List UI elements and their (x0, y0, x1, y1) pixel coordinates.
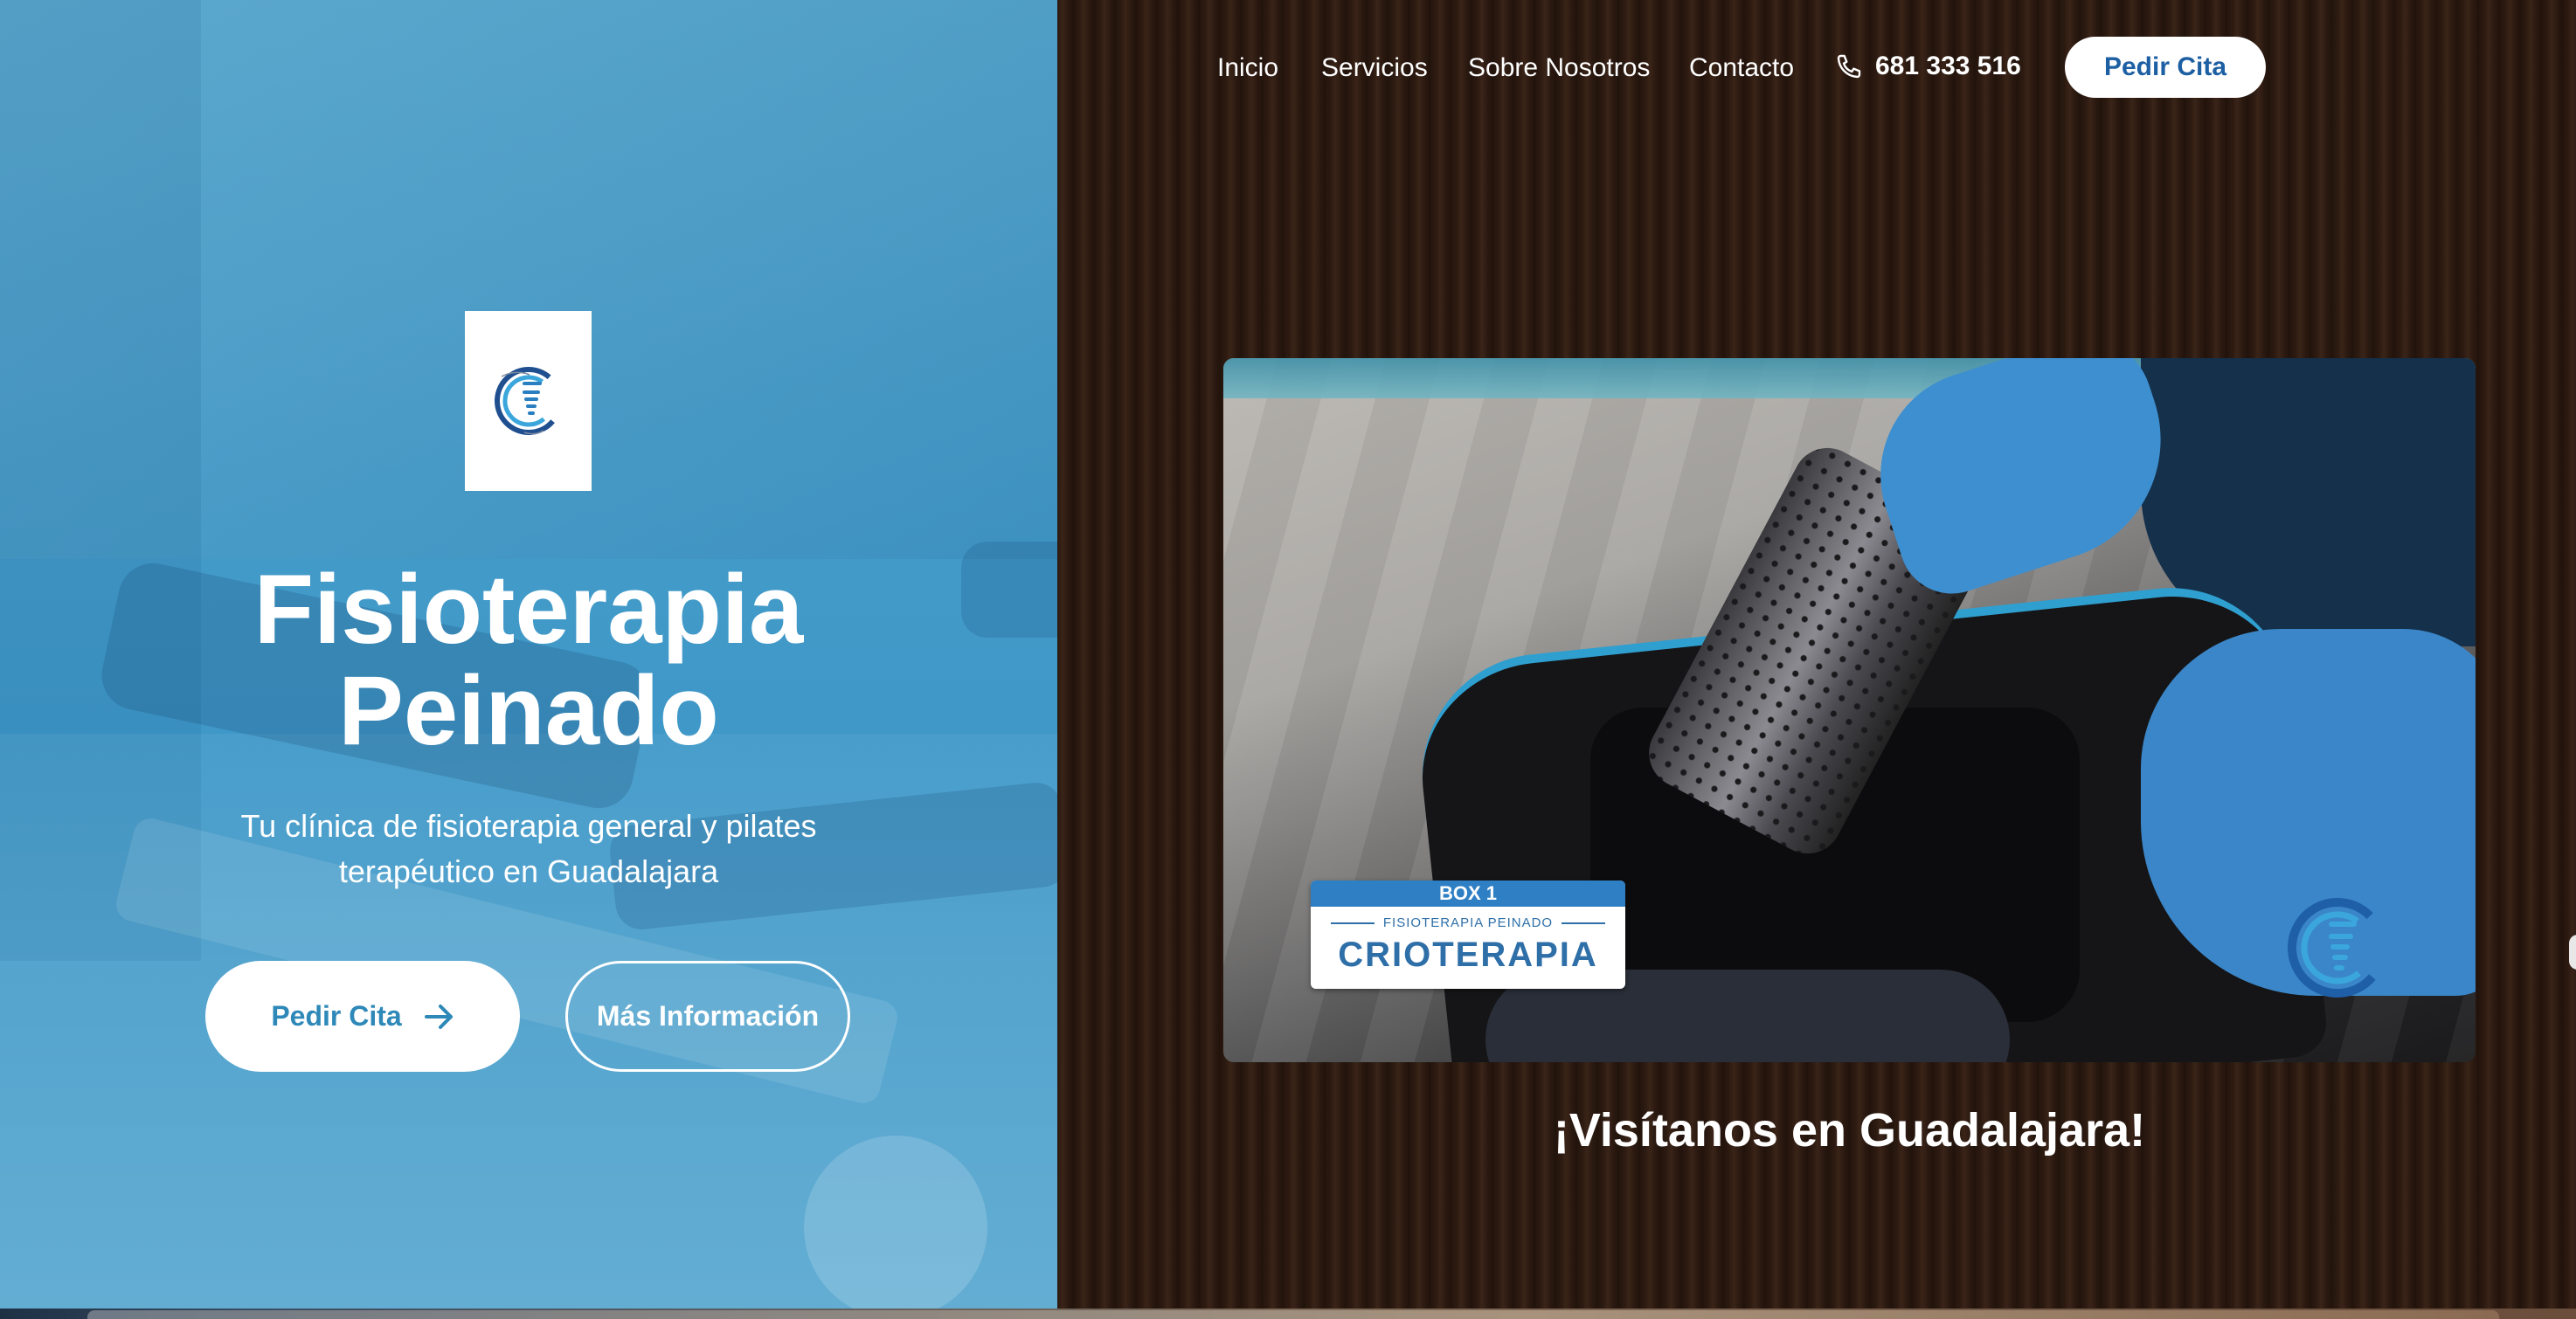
mas-informacion-button[interactable]: Más Información (565, 961, 850, 1072)
nav-pedir-cita-button[interactable]: Pedir Cita (2065, 37, 2266, 98)
hero-subtitle: Tu clínica de fisioterapia general y pil… (240, 808, 817, 889)
top-nav: Inicio Servicios Sobre Nosotros Contacto… (1057, 37, 2576, 98)
nav-item-sobre-nosotros[interactable]: Sobre Nosotros (1468, 52, 1650, 84)
phone-icon (1837, 54, 1861, 79)
hero-title-line-2: Peinado (338, 656, 719, 765)
hero-title-line-1: Fisioterapia (253, 555, 804, 664)
nav-item-inicio[interactable]: Inicio (1217, 52, 1278, 84)
pedir-cita-button[interactable]: Pedir Cita (205, 961, 520, 1072)
bottom-strip (0, 1309, 2576, 1319)
clinic-logo-icon (494, 367, 563, 435)
nav-item-servicios[interactable]: Servicios (1321, 52, 1428, 84)
nav-item-contacto[interactable]: Contacto (1689, 52, 1794, 84)
clinic-logo (465, 311, 592, 491)
next-section-edge (87, 1310, 2499, 1319)
edge-handle[interactable] (2569, 935, 2576, 970)
nav-phone-link[interactable]: 681 333 516 (1835, 49, 2021, 84)
box-label-brand: FISIOTERAPIA PEINADO (1311, 915, 1625, 930)
clinic-video[interactable]: BOX 1 FISIOTERAPIA PEINADO CRIOTERAPIA (1223, 358, 2476, 1062)
video-box-label: BOX 1 FISIOTERAPIA PEINADO CRIOTERAPIA (1311, 880, 1625, 989)
arrow-right-icon (424, 1004, 453, 1029)
box-label-top: BOX 1 (1311, 880, 1625, 907)
box-label-service: CRIOTERAPIA (1338, 936, 1598, 974)
mas-informacion-button-label: Más Información (596, 1000, 820, 1032)
visit-title: ¡Visítanos en Guadalajara! (1553, 1104, 2146, 1157)
right-section: Inicio Servicios Sobre Nosotros Contacto… (1057, 0, 2576, 1309)
hero-section: Fisioterapia Peinado Tu clínica de fisio… (0, 0, 1057, 1309)
video-watermark-logo-icon (2288, 898, 2387, 998)
nav-phone-number: 681 333 516 (1875, 52, 2021, 80)
pedir-cita-button-label: Pedir Cita (271, 1000, 402, 1032)
background-paper-roll (804, 1136, 987, 1309)
hero-title: Fisioterapia Peinado (0, 559, 1057, 762)
